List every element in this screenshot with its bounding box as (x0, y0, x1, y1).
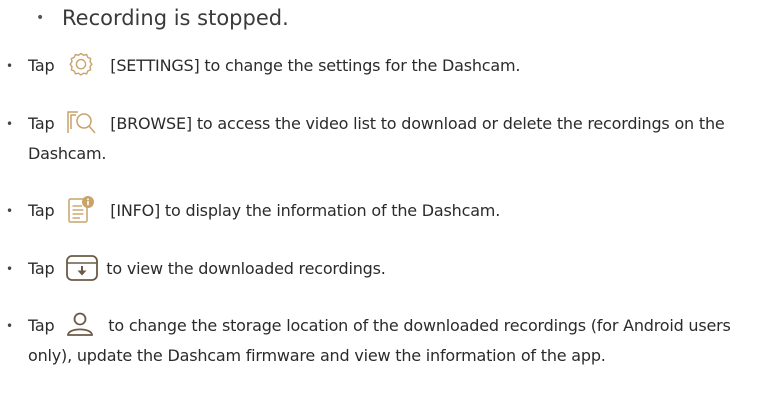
tap-label: Tap (28, 56, 55, 75)
list-item-settings: • Tap [SETTINGS] to change the settings … (0, 51, 750, 81)
browse-description: [BROWSE] to access the video list to dow… (28, 114, 725, 163)
downloads-description: to view the downloaded recordings. (106, 259, 386, 278)
browse-search-icon (65, 109, 97, 137)
bullet: • (6, 204, 13, 218)
tap-label: Tap (28, 201, 55, 220)
tap-label: Tap (28, 259, 55, 278)
list-item-browse: • Tap [BROWSE] to access the video list … (0, 109, 750, 169)
list-item-user: • Tap to change the storage location of … (0, 311, 750, 371)
bullet: • (6, 117, 13, 131)
sub-bullet-text: Recording is stopped. (62, 6, 289, 30)
bullet: • (36, 10, 45, 26)
bullet: • (6, 262, 13, 276)
bullet: • (6, 59, 13, 73)
sub-bullet-item: • Recording is stopped. (36, 6, 289, 30)
info-description: [INFO] to display the information of the… (110, 201, 501, 220)
list-item-info: • Tap [INFO] to display the information … (0, 195, 750, 227)
tap-label: Tap (28, 316, 55, 335)
download-tray-icon (65, 253, 99, 283)
gear-icon (65, 51, 97, 79)
tap-label: Tap (28, 114, 55, 133)
user-icon (65, 311, 95, 339)
user-description: to change the storage location of the do… (28, 316, 731, 365)
bullet: • (6, 319, 13, 333)
settings-description: [SETTINGS] to change the settings for th… (110, 56, 521, 75)
list-item-downloads: • Tap to view the downloaded recordings. (0, 254, 750, 285)
info-document-icon (65, 195, 97, 225)
